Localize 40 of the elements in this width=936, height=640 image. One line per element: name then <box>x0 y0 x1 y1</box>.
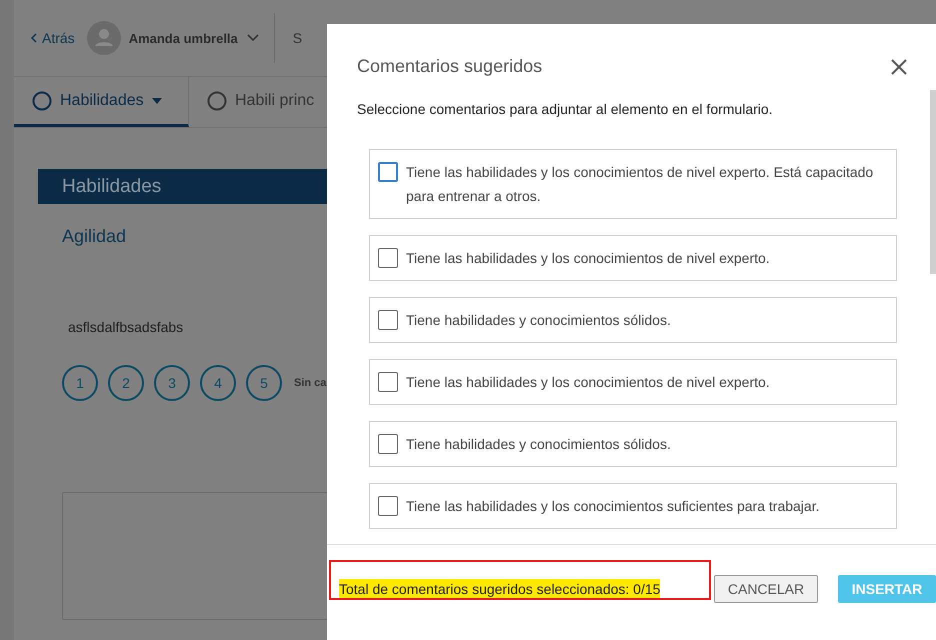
user-name[interactable]: Amanda umbrella <box>128 30 238 46</box>
item-title: Agilidad <box>62 226 128 247</box>
option-text: Tiene habilidades y conocimientos sólidos. <box>406 311 671 330</box>
circle-icon <box>32 90 52 110</box>
comment-text: asflsdalfbsadsfabs <box>68 319 184 335</box>
back-link[interactable]: Atrás <box>30 30 75 46</box>
checkbox[interactable] <box>378 248 398 268</box>
checkbox[interactable] <box>378 434 398 454</box>
tab[interactable]: Habilidades <box>14 77 189 127</box>
comment-option[interactable]: Tiene las habilidades y los conocimientos suficientes para trabajar. <box>369 483 897 529</box>
comment-option[interactable]: Tiene las habilidades y los conocimientos de nivel experto. Está capacitado para entrenar a otros. <box>369 149 897 219</box>
option-text: Tiene las habilidades y los conocimientos de nivel experto. <box>406 373 770 392</box>
checkbox[interactable] <box>378 310 398 330</box>
avatar-icon <box>86 21 121 55</box>
checkbox[interactable] <box>378 372 398 392</box>
option-text: Tiene las habilidades y los conocimientos de nivel experto. <box>406 249 770 268</box>
cancel-button[interactable]: CANCELAR <box>714 575 818 603</box>
rating-button[interactable]: 3 <box>154 365 190 401</box>
selection-total: Total de comentarios sugeridos seleccionados: 0/15 <box>339 579 660 599</box>
close-button[interactable] <box>890 58 908 76</box>
checkbox[interactable] <box>378 162 398 182</box>
option-text: Tiene las habilidades y los conocimientos suficientes para trabajar. <box>406 497 820 516</box>
checkbox[interactable] <box>378 496 398 516</box>
rating-button[interactable]: 5 <box>246 365 282 401</box>
rating-button[interactable]: 2 <box>108 365 144 401</box>
header-label: S <box>292 30 302 46</box>
insert-button[interactable]: INSERTAR <box>838 575 936 603</box>
rating-button[interactable]: 1 <box>62 365 98 401</box>
dialog-title: Comentarios sugeridos <box>357 56 542 77</box>
chevron-left-icon <box>30 33 38 43</box>
comment-option[interactable]: Tiene habilidades y conocimientos sólidos. <box>369 421 897 467</box>
scrollbar-thumb[interactable] <box>930 90 936 274</box>
option-text: Tiene habilidades y conocimientos sólidos. <box>406 435 671 454</box>
rating-button[interactable]: 4 <box>200 365 236 401</box>
circle-icon <box>207 90 227 110</box>
comment-option[interactable]: Tiene las habilidades y los conocimientos de nivel experto. <box>369 235 897 281</box>
comment-option[interactable]: Tiene las habilidades y los conocimientos de nivel experto. <box>369 359 897 405</box>
comment-option[interactable]: Tiene habilidades y conocimientos sólidos. <box>369 297 897 343</box>
rating-note: Sin ca <box>294 377 326 389</box>
back-label: Atrás <box>42 30 75 46</box>
